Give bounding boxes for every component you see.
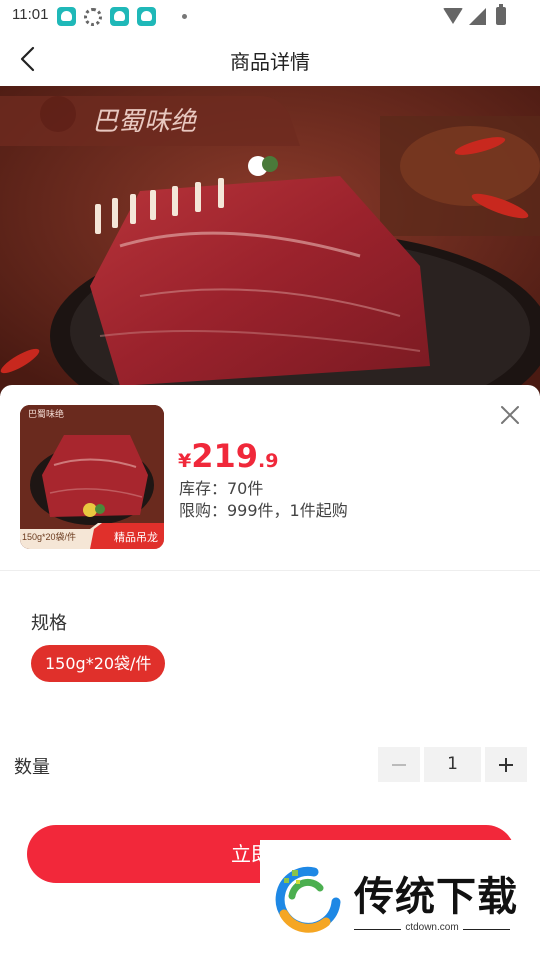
app-notification-icon — [57, 7, 76, 26]
more-notifications-dot-icon — [182, 14, 187, 19]
thumbnail-spec-label: 150g*20袋/件 — [22, 532, 77, 542]
status-time: 11:01 — [12, 6, 49, 23]
thumbnail-image: 巴蜀味绝 — [20, 405, 164, 549]
purchase-limit-info: 限购：999件，1件起购 — [179, 501, 348, 520]
cell-signal-icon — [469, 7, 486, 25]
status-bar: 11:01 — [0, 0, 540, 32]
quantity-decrease-button[interactable] — [378, 747, 420, 782]
thumbnail-badge: 精品吊龙 — [114, 531, 158, 544]
wifi-icon — [443, 8, 463, 24]
spec-title: 规格 — [31, 613, 67, 634]
plus-icon — [499, 757, 513, 772]
watermark-overlay: 传统下载 ctdown.com — [260, 840, 540, 960]
minus-icon — [392, 763, 406, 766]
currency-symbol: ¥ — [178, 450, 192, 472]
system-icons — [443, 4, 506, 25]
nav-header: 商品详情 — [0, 32, 540, 86]
watermark-url: ctdown.com — [354, 922, 510, 933]
price: ¥ 219 .9 — [178, 437, 278, 475]
battery-icon — [496, 4, 506, 25]
divider — [0, 570, 540, 571]
notification-icons — [57, 7, 187, 26]
spec-option-selected[interactable]: 150g*20袋/件 — [31, 645, 166, 682]
close-sheet-button[interactable] — [498, 403, 522, 427]
watermark-logo-icon — [270, 862, 342, 934]
quantity-increase-button[interactable] — [485, 747, 527, 782]
svg-text:巴蜀味绝: 巴蜀味绝 — [92, 107, 198, 137]
svg-text:巴蜀味绝: 巴蜀味绝 — [28, 408, 64, 420]
product-hero-image: 巴蜀味绝 — [0, 86, 540, 396]
app-notification-icon — [110, 7, 129, 26]
settings-gear-icon — [84, 7, 102, 26]
watermark-text: 传统下载 — [354, 874, 518, 920]
stock-info: 库存：70件 — [179, 479, 264, 498]
app-notification-icon — [137, 7, 156, 26]
quantity-input[interactable]: 1 — [424, 747, 481, 782]
page-title: 商品详情 — [230, 50, 310, 74]
quantity-label: 数量 — [14, 757, 50, 778]
price-decimal: .9 — [258, 450, 279, 472]
hero-illustration: 巴蜀味绝 — [0, 86, 540, 396]
close-icon — [501, 406, 519, 424]
product-thumbnail: 巴蜀味绝 150g*20袋/件 精品吊龙 — [20, 405, 164, 549]
price-integer: 219 — [191, 437, 259, 475]
